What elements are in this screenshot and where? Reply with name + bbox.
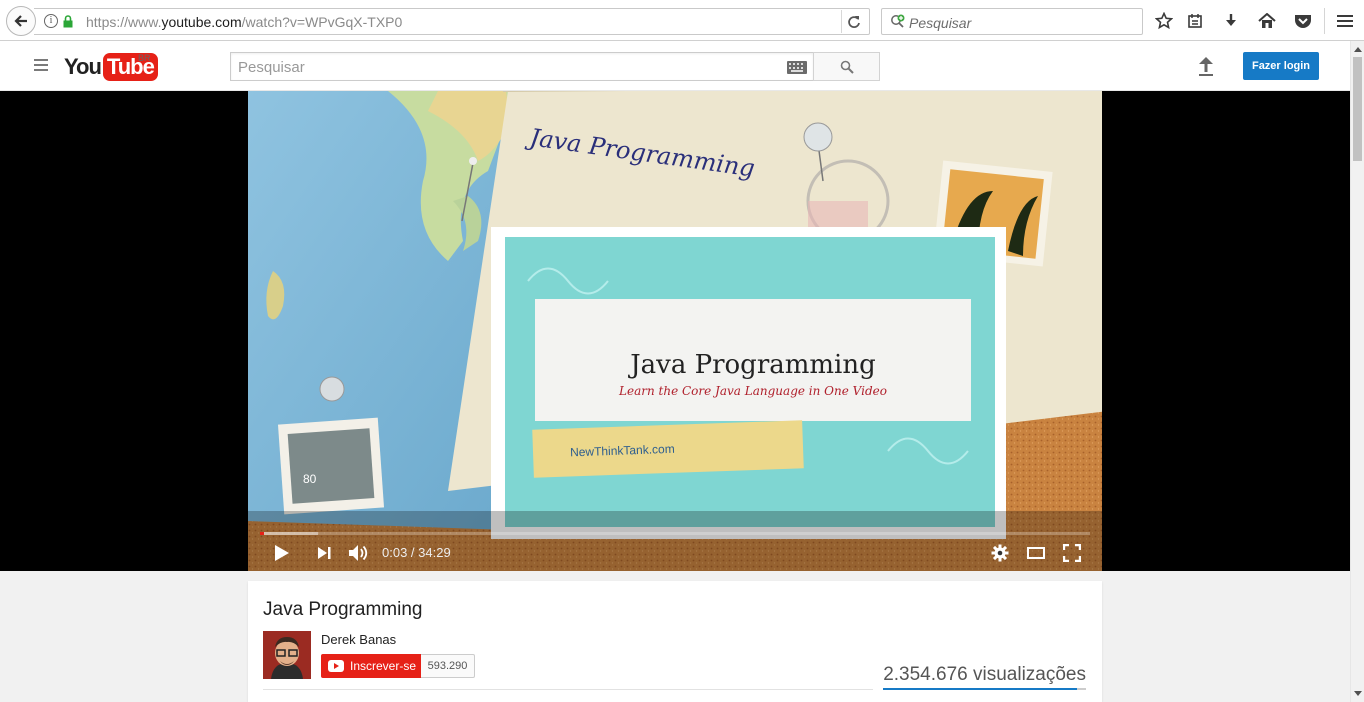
theater-mode-icon bbox=[1027, 547, 1045, 559]
next-button[interactable] bbox=[312, 540, 336, 566]
reload-icon[interactable] bbox=[841, 10, 865, 33]
login-button[interactable]: Fazer login bbox=[1243, 52, 1319, 80]
youtube-play-icon bbox=[328, 660, 344, 672]
play-icon bbox=[275, 545, 289, 561]
upload-icon[interactable] bbox=[1196, 55, 1216, 77]
scrollbar-thumb[interactable] bbox=[1353, 57, 1362, 161]
subscriber-count: 593.290 bbox=[421, 654, 475, 678]
page-scrollbar[interactable] bbox=[1350, 41, 1364, 702]
logo-you-text: You bbox=[64, 54, 102, 79]
video-player[interactable]: 80 Java Programming Java Programming Lea… bbox=[248, 91, 1102, 571]
keyboard-icon[interactable] bbox=[787, 61, 807, 74]
theater-mode-button[interactable] bbox=[1024, 540, 1048, 566]
info-divider bbox=[263, 689, 873, 690]
time-display: 0:03 / 34:29 bbox=[382, 545, 451, 560]
back-button[interactable] bbox=[6, 6, 36, 36]
site-info-icon[interactable]: i bbox=[44, 14, 58, 28]
dislikes-ratio-bar bbox=[1077, 688, 1086, 690]
next-icon bbox=[318, 547, 331, 559]
youtube-masthead: You Tube BR Pesquisar Fazer login bbox=[0, 41, 1350, 91]
search-button[interactable] bbox=[813, 52, 880, 81]
lock-icon bbox=[63, 15, 73, 28]
reading-list-icon[interactable] bbox=[1185, 11, 1205, 31]
browser-toolbar: i https://www.youtube.com/watch?v=WPvGqX… bbox=[0, 0, 1364, 41]
pocket-icon[interactable] bbox=[1293, 11, 1313, 31]
player-background: 80 Java Programming Java Programming Lea… bbox=[0, 91, 1350, 571]
channel-name[interactable]: Derek Banas bbox=[321, 632, 396, 647]
thumbnail-card-title: Java Programming bbox=[627, 350, 876, 380]
menu-icon[interactable] bbox=[1335, 11, 1355, 31]
subscribe-button[interactable]: Inscrever-se bbox=[321, 654, 421, 678]
progress-bar[interactable] bbox=[260, 532, 1090, 535]
url-text: https://www.youtube.com/watch?v=WPvGqX-T… bbox=[86, 14, 403, 30]
gear-icon bbox=[991, 544, 1009, 562]
settings-button[interactable] bbox=[989, 540, 1011, 566]
back-arrow-icon bbox=[14, 15, 27, 27]
search-placeholder: Pesquisar bbox=[238, 59, 305, 76]
thumbnail-card-subtitle: Learn the Core Java Language in One Vide… bbox=[618, 384, 887, 398]
volume-icon bbox=[349, 545, 368, 561]
star-icon[interactable] bbox=[1154, 11, 1174, 31]
fullscreen-icon bbox=[1063, 544, 1081, 562]
view-count: 2.354.676 visualizações bbox=[883, 664, 1086, 685]
video-frame: 80 Java Programming Java Programming Lea… bbox=[248, 91, 1102, 571]
browser-search-placeholder: Pesquisar bbox=[909, 15, 972, 31]
guide-menu-icon[interactable] bbox=[34, 59, 48, 71]
stamp-value: 80 bbox=[303, 472, 317, 486]
search-icon bbox=[840, 60, 854, 74]
youtube-search-input[interactable]: Pesquisar bbox=[230, 52, 814, 81]
download-icon[interactable] bbox=[1221, 11, 1241, 31]
progress-buffered bbox=[260, 532, 318, 535]
subscribe-label: Inscrever-se bbox=[350, 659, 417, 673]
toolbar-separator bbox=[1324, 8, 1325, 34]
play-button[interactable] bbox=[272, 540, 292, 566]
browser-search-field[interactable]: Pesquisar bbox=[881, 8, 1143, 35]
scroll-down-arrow-icon[interactable] bbox=[1354, 691, 1362, 696]
search-engine-icon bbox=[891, 14, 905, 28]
video-info-card: Java Programming Derek Banas Inscrever-s… bbox=[248, 581, 1102, 702]
volume-button[interactable] bbox=[346, 540, 372, 566]
channel-avatar[interactable] bbox=[263, 631, 311, 679]
video-title: Java Programming bbox=[263, 599, 423, 620]
home-icon[interactable] bbox=[1257, 11, 1277, 31]
address-bar[interactable]: i https://www.youtube.com/watch?v=WPvGqX… bbox=[34, 8, 870, 35]
region-label: BR bbox=[138, 53, 151, 63]
progress-played bbox=[260, 532, 264, 535]
likes-ratio-bar bbox=[883, 688, 1086, 690]
scroll-up-arrow-icon[interactable] bbox=[1354, 47, 1362, 52]
fullscreen-button[interactable] bbox=[1060, 540, 1084, 566]
